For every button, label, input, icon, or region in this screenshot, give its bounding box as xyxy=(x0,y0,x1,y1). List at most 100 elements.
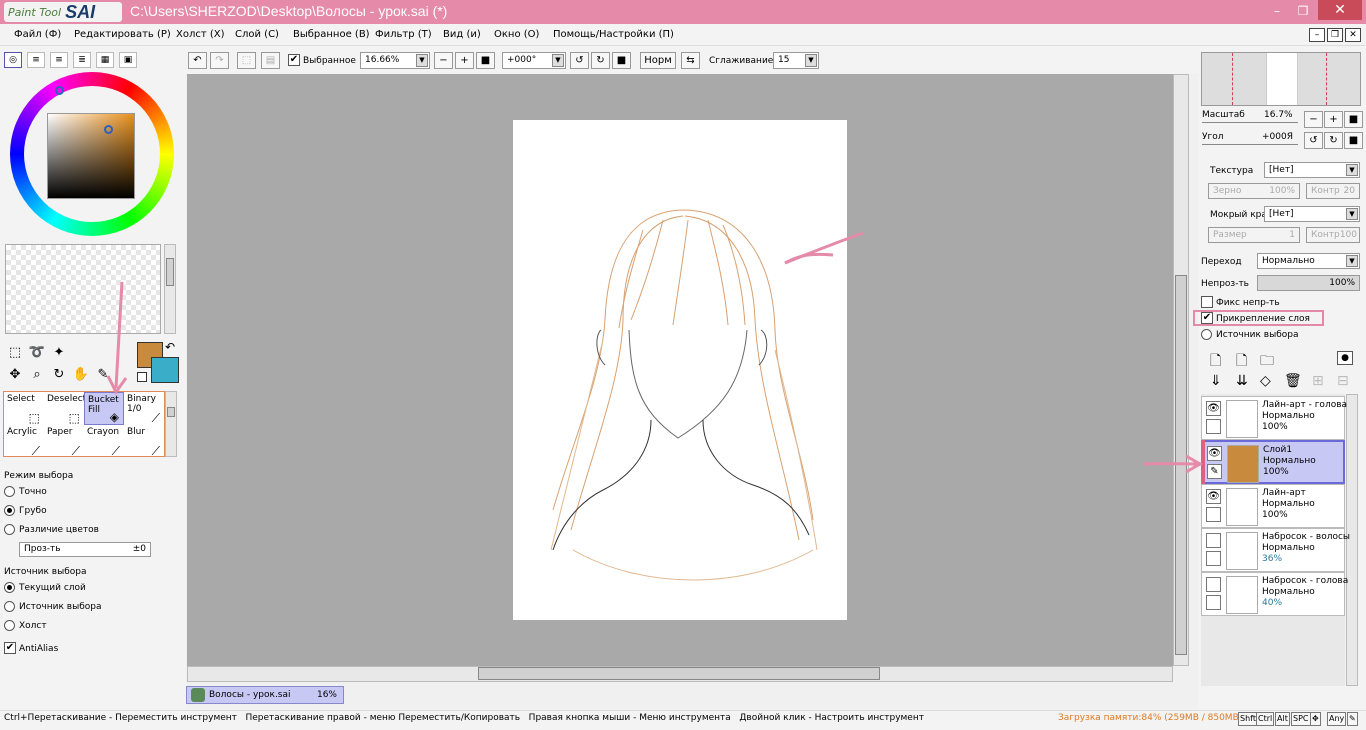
trash-icon[interactable]: 🗑 xyxy=(1284,373,1302,389)
hue-picker-ring[interactable] xyxy=(55,86,64,95)
blend-mode-select[interactable]: Нормально ▼ xyxy=(1257,253,1360,269)
scratchpad-scrollbar[interactable] xyxy=(164,244,176,334)
invert-selection-icon[interactable]: ▤ xyxy=(261,52,280,69)
layer-item[interactable]: Набросок - волосы Нормально 36% xyxy=(1201,528,1350,572)
new-layer-icon[interactable]: 🗋 xyxy=(1210,350,1221,374)
mode-radio-color-diff[interactable] xyxy=(4,524,15,535)
rect-select-icon[interactable]: ⬚ xyxy=(6,344,24,362)
size-slider[interactable]: Размер 1 xyxy=(1208,227,1300,243)
texture-select[interactable]: [Нет] ▼ xyxy=(1264,162,1360,178)
tool-paper[interactable]: Paper ⟋ xyxy=(44,425,84,458)
saturation-value-square[interactable] xyxy=(47,113,135,199)
mdi-minimize-icon[interactable]: – xyxy=(1309,28,1325,42)
tool-acrylic[interactable]: Acrylic ⟋ xyxy=(4,425,44,458)
mdi-restore-icon[interactable]: ❐ xyxy=(1327,28,1343,42)
canvas-vertical-scrollbar[interactable] xyxy=(1173,74,1189,666)
visibility-eye-icon[interactable]: 👁 xyxy=(1206,401,1221,416)
menu-view[interactable]: Вид (и) xyxy=(443,29,481,40)
menu-selection[interactable]: Выбранное (В) xyxy=(293,29,370,40)
normal-view-button[interactable]: Норм xyxy=(640,52,676,69)
rotate-reset-icon[interactable]: ■ xyxy=(612,52,631,69)
zoom-reset-icon[interactable]: ■ xyxy=(476,52,495,69)
key-ctrl[interactable]: Ctrl xyxy=(1256,712,1275,726)
hscroll-thumb[interactable] xyxy=(478,667,880,680)
swatches-tab-icon[interactable]: ▦ xyxy=(96,52,114,68)
navigator-preview[interactable] xyxy=(1201,52,1361,106)
mixer-tab-icon[interactable]: ≣ xyxy=(73,52,91,68)
swap-colors-icon[interactable]: ↶ xyxy=(165,340,175,354)
antialias-checkbox[interactable]: ✔ xyxy=(4,642,16,654)
apply-mask-icon[interactable]: ⊞ xyxy=(1312,373,1324,389)
key-shift[interactable]: Shft xyxy=(1238,712,1258,726)
layer-opacity-slider[interactable]: 100% xyxy=(1257,275,1360,291)
zoom-select[interactable]: 16.66% ▼ xyxy=(360,52,430,69)
visibility-eye-icon[interactable]: 👁 xyxy=(1206,489,1221,504)
nav-rotate-left-icon[interactable]: ↺ xyxy=(1304,132,1323,149)
key-alt[interactable]: Alt xyxy=(1275,712,1290,726)
layer-lock-checkbox[interactable] xyxy=(1206,419,1221,434)
menu-edit[interactable]: Редактировать (Р) xyxy=(74,29,171,40)
mdi-close-icon[interactable]: ✕ xyxy=(1345,28,1361,42)
angle-slider[interactable] xyxy=(1202,144,1298,145)
deselect-icon[interactable]: ⬚ xyxy=(237,52,256,69)
layer-mask-icon[interactable]: ● xyxy=(1337,351,1353,365)
mode-radio-precise[interactable] xyxy=(4,486,15,497)
visibility-eye-icon[interactable]: 👁 xyxy=(1207,446,1222,461)
zoom-in-icon[interactable]: + xyxy=(455,52,474,69)
visibility-checkbox[interactable] xyxy=(1206,577,1221,592)
new-folder-icon[interactable]: 🗀 xyxy=(1260,350,1274,374)
nav-zoom-in-icon[interactable]: + xyxy=(1324,111,1343,128)
preserve-opacity-checkbox[interactable] xyxy=(1201,296,1213,308)
hand-icon[interactable]: ✋ xyxy=(72,366,90,384)
clipping-checkbox[interactable]: ✔ xyxy=(1201,312,1213,324)
lasso-icon[interactable]: ➰ xyxy=(28,344,46,362)
rotate-right-icon[interactable]: ↻ xyxy=(591,52,610,69)
source-radio-current-layer[interactable] xyxy=(4,582,15,593)
document-tab[interactable]: Волосы - урок.sai 16% xyxy=(186,686,344,704)
layer-item-selected[interactable]: 👁 ✎ Слой1 Нормально 100% xyxy=(1201,440,1345,484)
canvas-paper[interactable] xyxy=(513,120,847,620)
color-wheel-tab-icon[interactable]: ◎ xyxy=(4,52,22,68)
zoom-icon[interactable]: ⌕ xyxy=(28,366,46,384)
tool-deselect[interactable]: Deselect ⬚ xyxy=(44,392,86,425)
nav-zoom-reset-icon[interactable]: ■ xyxy=(1344,111,1363,128)
transfer-down-icon[interactable]: ⇓ xyxy=(1210,373,1222,389)
layer-lock-checkbox[interactable] xyxy=(1206,595,1221,610)
zoom-out-icon[interactable]: − xyxy=(434,52,453,69)
restore-button[interactable]: ❐ xyxy=(1292,3,1314,19)
clear-layer-icon[interactable]: ◇ xyxy=(1260,373,1271,389)
flip-horizontal-icon[interactable]: ⇆ xyxy=(681,52,700,69)
rotate-left-icon[interactable]: ↺ xyxy=(570,52,589,69)
angle-select[interactable]: +000° ▼ xyxy=(502,52,566,69)
sv-picker-ring[interactable] xyxy=(104,125,113,134)
contrast2-slider[interactable]: Контр 100 xyxy=(1306,227,1360,243)
rgb-slider-tab-icon[interactable]: ≡ xyxy=(27,52,45,68)
layer-item[interactable]: Набросок - голова Нормально 40% xyxy=(1201,572,1348,616)
brush-lock-icon[interactable]: ✎ xyxy=(1207,464,1222,479)
layer-lock-checkbox[interactable] xyxy=(1206,551,1221,566)
key-any[interactable]: Any xyxy=(1327,712,1347,726)
layer-item[interactable]: 👁 Лайн-арт - голова Нормально 100% xyxy=(1201,396,1347,440)
menu-canvas[interactable]: Холст (Х) xyxy=(176,29,225,40)
layer-lock-checkbox[interactable] xyxy=(1206,507,1221,522)
move-icon[interactable]: ✥ xyxy=(1310,712,1321,726)
source-radio-canvas[interactable] xyxy=(4,620,15,631)
nav-rotate-right-icon[interactable]: ↻ xyxy=(1324,132,1343,149)
tool-blur[interactable]: Blur ⟋ xyxy=(124,425,164,458)
mode-radio-rough[interactable] xyxy=(4,505,15,516)
selection-source-radio[interactable] xyxy=(1201,329,1212,340)
redo-icon[interactable]: ↷ xyxy=(210,52,229,69)
magic-wand-icon[interactable]: ✦ xyxy=(50,344,68,362)
close-button[interactable]: ✕ xyxy=(1318,0,1362,20)
contrast-slider[interactable]: Контр 20 xyxy=(1306,183,1360,199)
pen-icon[interactable]: ✎ xyxy=(1347,712,1358,726)
menu-help[interactable]: Помощь/Настройки (П) xyxy=(553,29,674,40)
tool-crayon[interactable]: Crayon ⟋ xyxy=(84,425,124,458)
hsv-slider-tab-icon[interactable]: ≡ xyxy=(50,52,68,68)
menu-file[interactable]: Файл (Ф) xyxy=(14,29,61,40)
tool-grid-scrollbar[interactable] xyxy=(165,391,177,457)
menu-window[interactable]: Окно (О) xyxy=(494,29,539,40)
delete-mask-icon[interactable]: ⊟ xyxy=(1337,373,1349,389)
new-linework-layer-icon[interactable]: 🗋 xyxy=(1236,350,1247,374)
visibility-checkbox[interactable] xyxy=(1206,533,1221,548)
